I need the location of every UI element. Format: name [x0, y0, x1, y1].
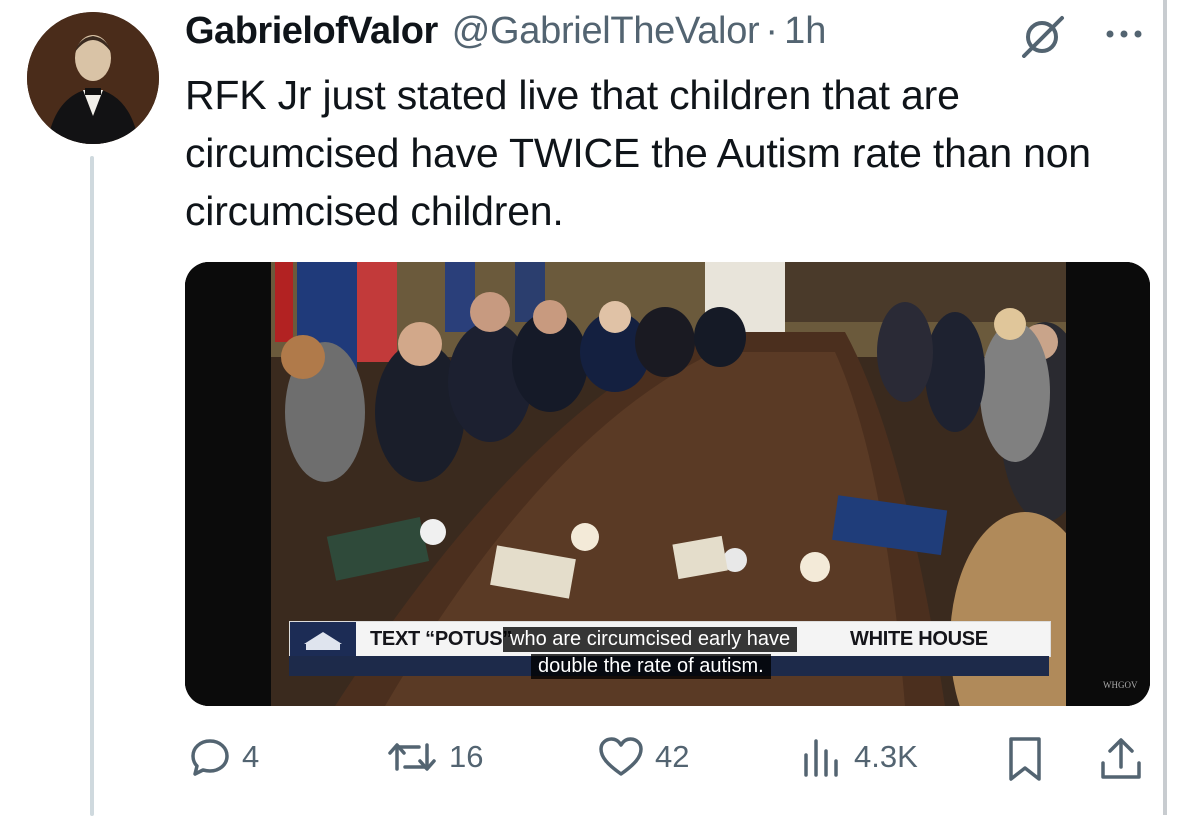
share-button[interactable]: [1098, 735, 1144, 783]
like-button[interactable]: 42: [597, 735, 689, 779]
subtitle-line-2: double the rate of autism.: [531, 654, 771, 679]
views-icon: [800, 735, 844, 779]
ticker-right: WHITE HOUSE: [850, 628, 988, 650]
share-icon: [1098, 735, 1144, 783]
more-icon[interactable]: [1100, 24, 1150, 44]
tweet-text: RFK Jr just stated live that children th…: [185, 72, 1091, 234]
action-bar: 4 16 42 4.3K: [0, 725, 1179, 795]
timestamp[interactable]: 1h: [784, 10, 826, 53]
heart-icon: [597, 735, 645, 779]
repost-button[interactable]: 16: [385, 735, 483, 779]
thread-line: [90, 156, 94, 816]
display-name[interactable]: GabrielofValor: [185, 10, 438, 53]
ticker-left: TEXT “POTUS”: [370, 628, 512, 650]
grok-icon[interactable]: [1018, 14, 1068, 58]
tweet-video[interactable]: TEXT “POTUS” WHITE HOUSE who are circumc…: [185, 262, 1150, 706]
reply-count: 4: [242, 739, 260, 774]
tweet-header: GabrielofValor @GabrielTheValor · 1h: [185, 10, 826, 58]
views-button[interactable]: 4.3K: [800, 735, 918, 779]
repost-count: 16: [449, 739, 484, 774]
views-count: 4.3K: [854, 739, 918, 774]
white-house-logo-icon: [290, 622, 356, 656]
like-count: 42: [655, 739, 690, 774]
scroll-edge: [1163, 0, 1167, 815]
repost-icon: [385, 735, 439, 779]
reply-icon: [188, 735, 232, 779]
video-watermark: WHGOV: [1103, 680, 1138, 690]
bookmark-icon: [1003, 735, 1047, 783]
subtitle-line-1: who are circumcised early have: [503, 627, 798, 652]
handle[interactable]: @GabrielTheValor: [452, 10, 760, 53]
bookmark-button[interactable]: [1003, 735, 1047, 783]
separator: ·: [765, 10, 779, 52]
reply-button[interactable]: 4: [188, 735, 259, 779]
avatar[interactable]: [27, 12, 159, 144]
